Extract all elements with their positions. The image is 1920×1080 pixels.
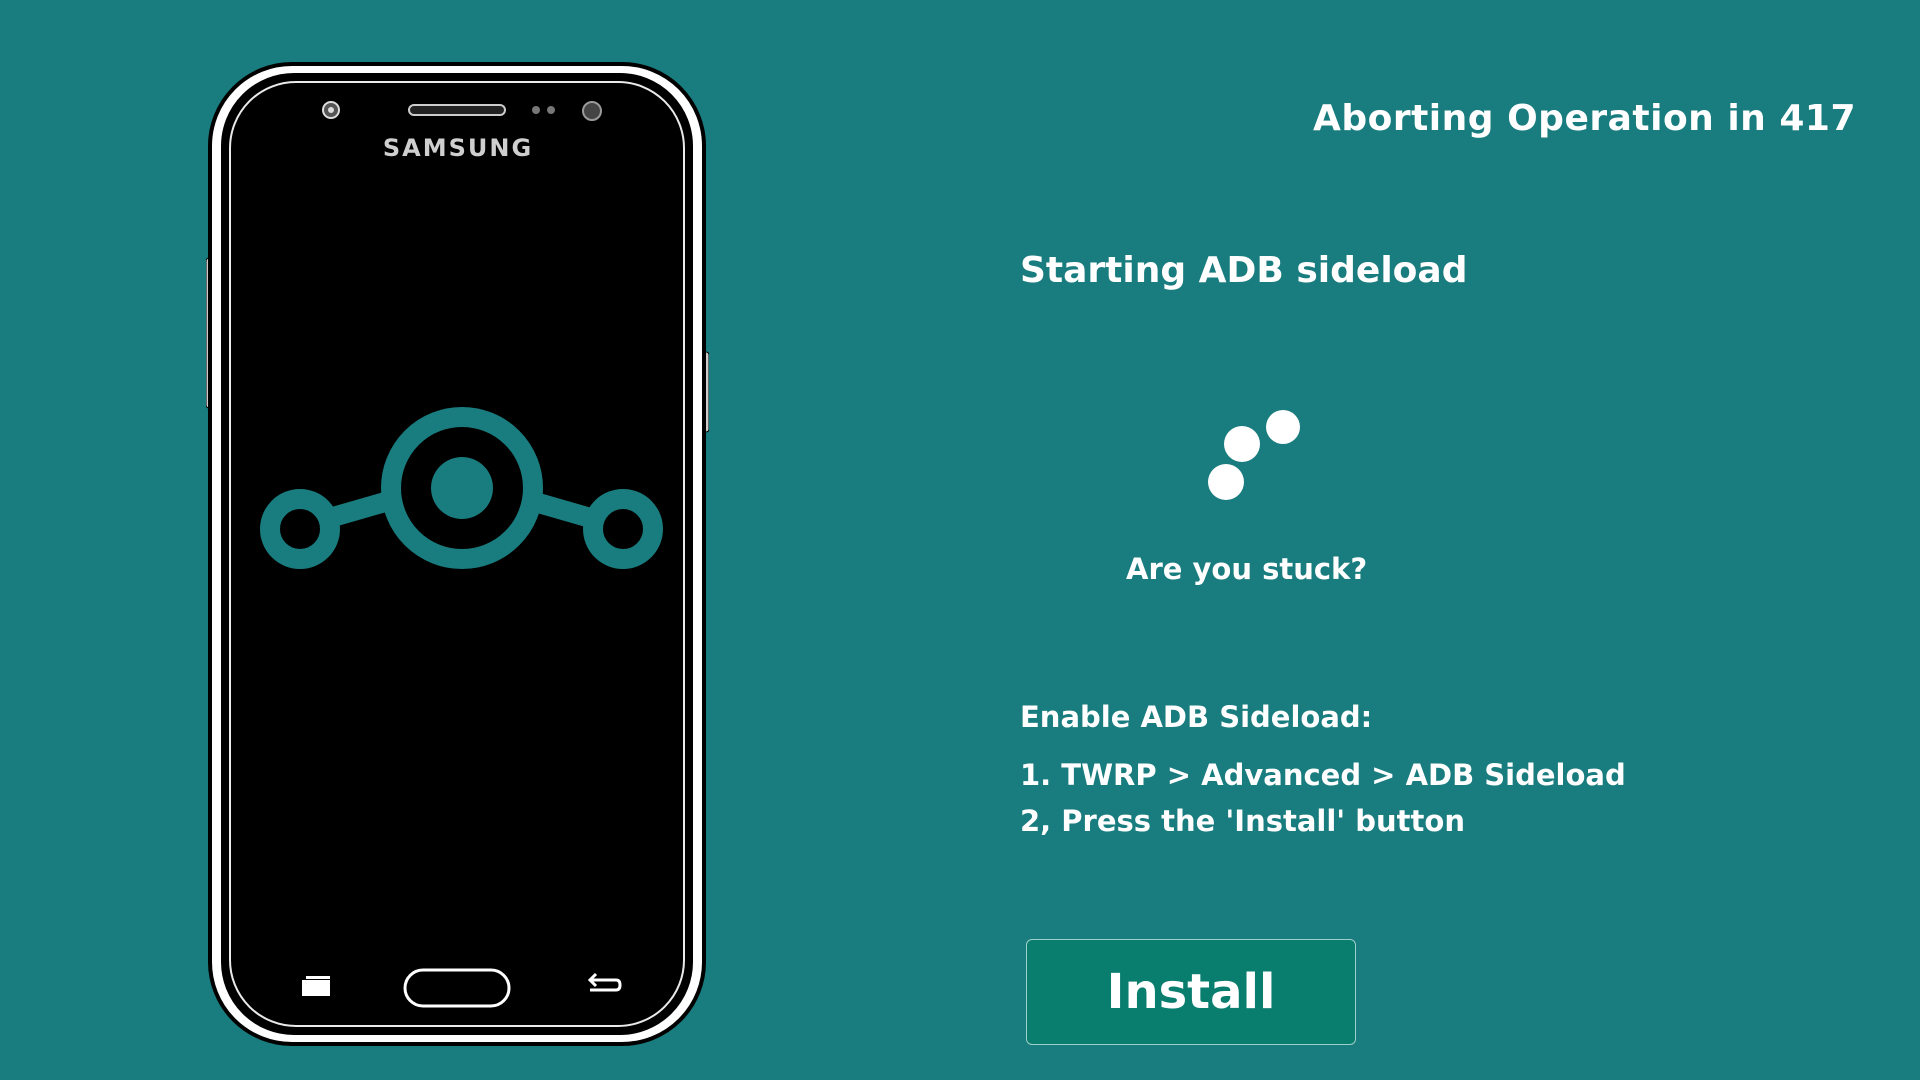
- loading-spinner-icon: [1200, 410, 1300, 510]
- are-you-stuck-link[interactable]: Are you stuck?: [1126, 552, 1367, 586]
- instructions-panel: Enable ADB Sideload: 1. TWRP > Advanced …: [1020, 700, 1626, 850]
- instruction-step: 2, Press the 'Install' button: [1020, 804, 1465, 838]
- install-button[interactable]: Install: [1026, 939, 1356, 1045]
- abort-countdown: Aborting Operation in 417: [1312, 98, 1856, 139]
- instructions-heading: Enable ADB Sideload:: [1020, 700, 1373, 734]
- recent-apps-key-icon: [302, 976, 330, 996]
- home-key-icon: [403, 968, 511, 1008]
- status-title: Starting ADB sideload: [1020, 250, 1468, 291]
- phone-illustration: SAMSUNG: [206, 62, 709, 1046]
- phone-brand-label: SAMSUNG: [383, 134, 533, 162]
- sideload-screen: SAMSUNG Aborting Operation in 417 Starti…: [0, 0, 1920, 1080]
- instruction-step: 1. TWRP > Advanced > ADB Sideload: [1020, 758, 1626, 792]
- sensor-icon: [582, 101, 602, 121]
- earpiece-icon: [408, 104, 506, 116]
